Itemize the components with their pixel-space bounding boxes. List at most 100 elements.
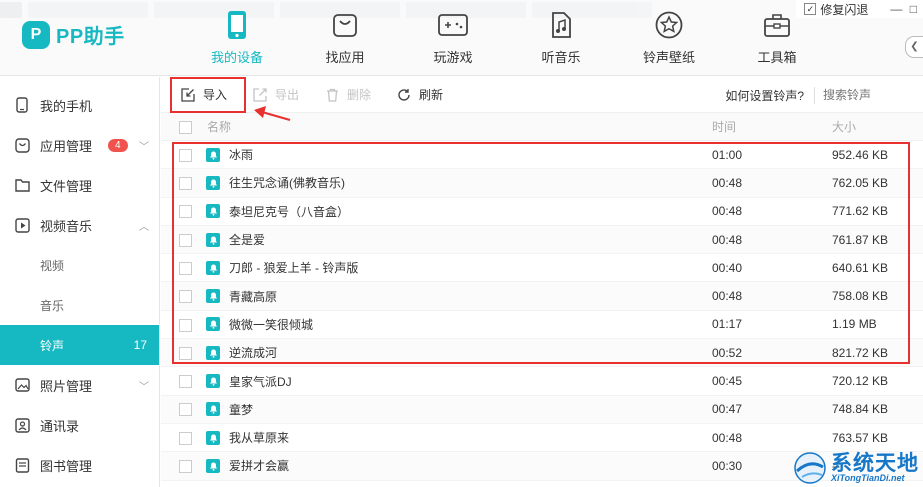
gamepad-icon <box>438 10 468 40</box>
delete-button[interactable]: 删除 <box>312 77 384 113</box>
ringtone-name: 逆流成河 <box>229 346 278 361</box>
top-right-controls: ✓ 修复闪退 — □ <box>796 0 923 18</box>
column-header-size[interactable]: 大小 <box>832 118 912 135</box>
sidebar-item-app-management[interactable]: 应用管理 4 ﹀ <box>0 125 159 165</box>
phone-icon <box>222 10 252 40</box>
sidebar-item-label: 我的手机 <box>40 98 93 114</box>
sidebar-subitem-ringtone[interactable]: 铃声 17 <box>0 325 159 365</box>
nav-toolbox[interactable]: 工具箱 <box>723 10 831 66</box>
ringtone-list: 冰雨 01:00 952.46 KB 往生咒念诵(佛教音乐) 00:48 762.05 … <box>161 141 923 481</box>
ringtone-duration: 00:45 <box>712 374 743 389</box>
bell-icon <box>206 147 220 162</box>
watermark-en: XiTongTianDi.net <box>831 473 905 483</box>
nav-find-app[interactable]: 找应用 <box>291 10 399 66</box>
music-icon <box>546 10 576 40</box>
ringtone-name: 童梦 <box>229 402 254 417</box>
column-header-time[interactable]: 时间 <box>712 118 832 135</box>
sidebar: 我的手机 应用管理 4 ﹀ 文件管理 视频音乐 ︿ 视频 音乐 铃声 17 照片… <box>0 77 160 487</box>
refresh-button[interactable]: 刷新 <box>384 77 456 113</box>
import-label: 导入 <box>203 88 228 102</box>
ringtone-duration: 01:00 <box>712 147 743 162</box>
sidebar-item-contacts[interactable]: 通讯录 <box>0 405 159 445</box>
select-all-checkbox[interactable] <box>179 120 192 134</box>
delete-label: 删除 <box>347 88 372 102</box>
row-checkbox[interactable] <box>179 205 192 219</box>
row-checkbox[interactable] <box>179 148 192 162</box>
ringtone-duration: 00:48 <box>712 232 743 247</box>
nav-my-device[interactable]: 我的设备 <box>183 10 291 66</box>
ringtone-name: 微微一笑很倾城 <box>229 317 314 332</box>
table-row[interactable]: 冰雨 01:00 952.46 KB <box>161 141 923 170</box>
nav-games[interactable]: 玩游戏 <box>399 10 507 66</box>
sidebar-item-label: 照片管理 <box>40 378 93 394</box>
sidebar-item-label: 文件管理 <box>40 178 93 194</box>
bell-icon <box>206 289 220 304</box>
phone-icon <box>14 97 30 113</box>
watermark-cn: 系统天地 <box>831 452 919 475</box>
nav-ringtone-wallpaper[interactable]: 铃声壁纸 <box>615 10 723 66</box>
row-checkbox[interactable] <box>179 262 192 275</box>
import-button[interactable]: 导入 <box>161 77 240 113</box>
sidebar-item-video-music[interactable]: 视频音乐 ︿ <box>0 205 159 245</box>
ringtone-size: 763.57 KB <box>832 430 889 445</box>
contacts-icon <box>14 417 30 433</box>
table-row[interactable]: 青藏高原 00:48 758.08 KB <box>161 282 923 311</box>
table-row[interactable]: 童梦 00:47 748.84 KB <box>161 395 923 424</box>
row-checkbox[interactable] <box>179 318 192 332</box>
table-row[interactable]: 泰坦尼克号（八音盒） 00:48 771.62 KB <box>161 198 923 226</box>
ringtone-duration: 00:48 <box>712 430 743 445</box>
sidebar-subitem-video[interactable]: 视频 <box>0 245 159 285</box>
window-controls[interactable]: — □ <box>890 2 919 16</box>
row-checkbox[interactable] <box>179 375 192 389</box>
sidebar-subitem-label: 音乐 <box>40 298 65 313</box>
play-icon <box>14 217 30 233</box>
row-checkbox[interactable] <box>179 290 192 304</box>
bell-icon <box>206 430 220 445</box>
table-row[interactable]: 全是爱 00:48 761.87 KB <box>161 225 923 255</box>
row-checkbox[interactable] <box>179 460 192 474</box>
repair-checkbox-icon[interactable]: ✓ <box>804 3 817 15</box>
row-checkbox[interactable] <box>179 233 192 247</box>
chevron-left-icon[interactable]: ❮ <box>905 36 923 58</box>
table-row[interactable]: 刀郎 - 狼爱上羊 - 铃声版 00:40 640.61 KB <box>161 254 923 283</box>
nav-label: 听音乐 <box>541 50 581 65</box>
ringtone-size: 761.87 KB <box>832 232 889 247</box>
sidebar-subitem-music[interactable]: 音乐 <box>0 285 159 325</box>
row-checkbox[interactable] <box>179 177 192 191</box>
sidebar-item-photo-management[interactable]: 照片管理 ﹀ <box>0 365 159 405</box>
ringtone-name: 刀郎 - 狼爱上羊 - 铃声版 <box>229 261 359 276</box>
ringtone-duration: 00:48 <box>712 204 743 219</box>
table-row[interactable]: 皇家气派DJ 00:45 720.12 KB <box>161 367 923 396</box>
bell-icon <box>206 175 220 190</box>
bag-icon <box>330 10 360 40</box>
logo-text: PP助手 <box>56 26 125 48</box>
nav-label: 玩游戏 <box>433 50 473 65</box>
column-header-name[interactable]: 名称 <box>206 118 712 135</box>
ringtone-size: 821.72 KB <box>832 345 889 360</box>
ringtone-name: 冰雨 <box>229 148 254 163</box>
search-ringtone-input[interactable] <box>815 88 923 102</box>
row-checkbox[interactable] <box>179 431 192 445</box>
nav-music[interactable]: 听音乐 <box>507 10 615 66</box>
table-row[interactable]: 微微一笑很倾城 01:17 1.19 MB <box>161 311 923 340</box>
table-row[interactable]: 往生咒念诵(佛教音乐) 00:48 762.05 KB <box>161 169 923 198</box>
update-count-badge: 4 <box>108 138 128 152</box>
chevron-up-icon: ︿ <box>139 221 149 233</box>
export-button[interactable]: 导出 <box>240 77 312 113</box>
table-row[interactable]: 逆流成河 00:52 821.72 KB <box>161 339 923 368</box>
sidebar-item-file-management[interactable]: 文件管理 <box>0 165 159 205</box>
nav-label: 找应用 <box>325 50 365 65</box>
ringtone-panel: 导入 导出 删除 刷新 如何设置铃声? 名称 时间 大小 <box>161 77 923 487</box>
book-icon <box>14 457 30 473</box>
row-checkbox[interactable] <box>179 403 192 417</box>
table-row[interactable]: 我从草原来 00:48 763.57 KB <box>161 424 923 453</box>
refresh-label: 刷新 <box>419 88 444 102</box>
sidebar-item-my-phone[interactable]: 我的手机 <box>0 85 159 125</box>
ringtone-size: 758.08 KB <box>832 289 889 304</box>
sidebar-item-book-management[interactable]: 图书管理 <box>0 445 159 485</box>
bell-icon <box>206 345 220 360</box>
repair-crash-link[interactable]: 修复闪退 <box>820 1 868 18</box>
row-checkbox[interactable] <box>179 346 192 360</box>
how-to-set-ringtone-link[interactable]: 如何设置铃声? <box>725 86 815 104</box>
ringtone-size: 720.12 KB <box>832 374 889 389</box>
